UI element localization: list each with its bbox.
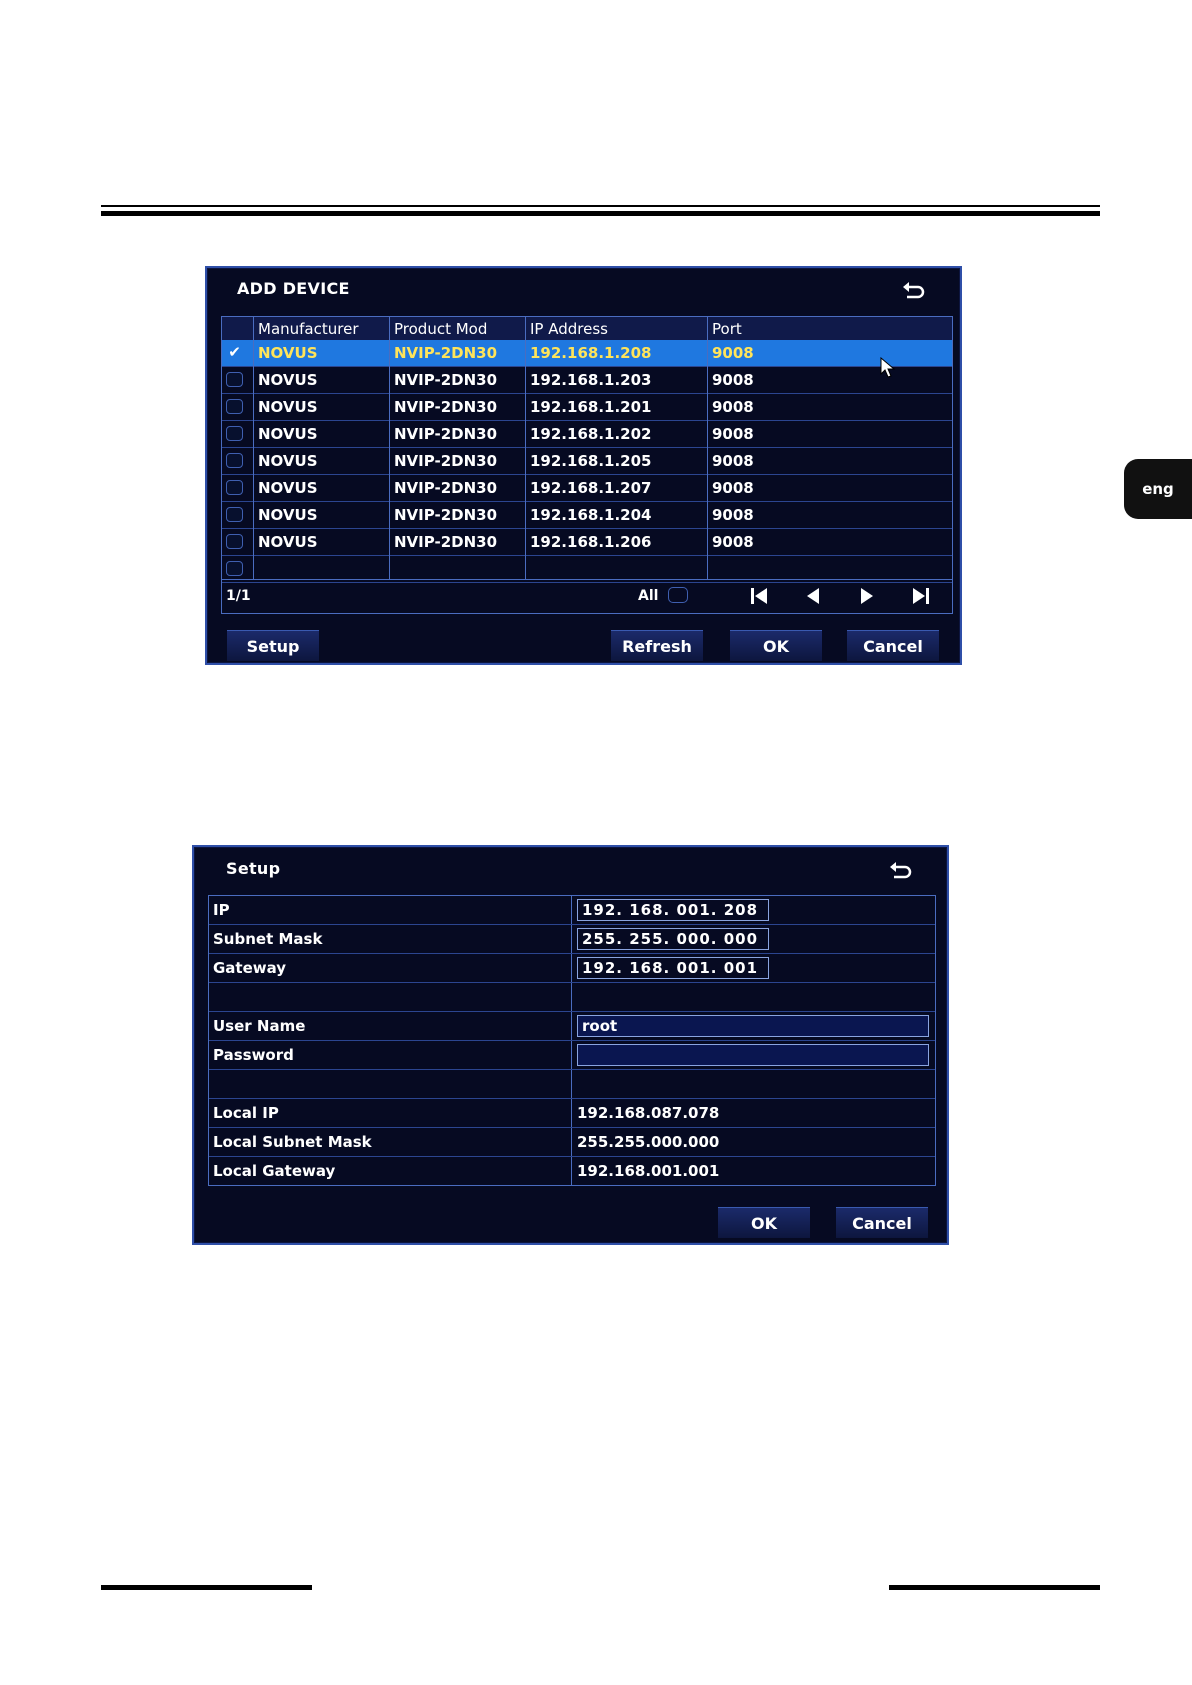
ok-button[interactable]: OK [730,630,822,661]
username-label: User Name [213,1017,306,1035]
ok-button[interactable]: OK [718,1207,810,1238]
form-row-spacer [209,1070,935,1099]
next-page-icon[interactable] [854,585,880,607]
local-ip-value: 192.168.087.078 [577,1104,720,1122]
table-header: Manufacturer Product Mod IP Address Port [222,317,952,341]
add-device-dialog: ADD DEVICE Manufacturer Product Mod IP A… [205,266,962,665]
column-divider [389,317,390,579]
table-row[interactable]: ✔ NOVUS NVIP-2DN30 192.168.1.208 9008 [222,340,952,367]
dialog-title: Setup [226,859,281,878]
form-row-subnet: Subnet Mask 255. 255. 000. 000 [209,925,935,954]
row-checkbox[interactable] [226,372,243,387]
table-row[interactable]: NOVUS NVIP-2DN30 192.168.1.205 9008 [222,448,952,475]
cancel-button[interactable]: Cancel [836,1207,928,1238]
header-rule-thick [101,211,1100,216]
form-row-spacer [209,983,935,1012]
column-divider [525,317,526,579]
local-ip-label: Local IP [213,1104,279,1122]
row-checkbox[interactable] [226,399,243,414]
table-row[interactable]: NOVUS NVIP-2DN30 192.168.1.204 9008 [222,502,952,529]
table-row[interactable]: NOVUS NVIP-2DN30 192.168.1.201 9008 [222,394,952,421]
row-checkbox[interactable] [226,453,243,468]
page-count: 1/1 [226,588,251,604]
subnet-mask-field[interactable]: 255. 255. 000. 000 [577,928,769,950]
back-icon[interactable] [888,859,914,881]
table-row[interactable]: NOVUS NVIP-2DN30 192.168.1.206 9008 [222,529,952,556]
form-row-local-subnet: Local Subnet Mask 255.255.000.000 [209,1128,935,1157]
table-row[interactable]: NOVUS NVIP-2DN30 192.168.1.207 9008 [222,475,952,502]
mouse-cursor-icon [880,357,896,378]
column-header-ip[interactable]: IP Address [526,317,708,340]
gateway-field[interactable]: 192. 168. 001. 001 [577,957,769,979]
row-checkbox[interactable] [226,561,243,576]
select-all-checkbox[interactable] [668,587,688,603]
first-page-icon[interactable] [746,585,772,607]
column-divider [253,317,254,579]
ip-field[interactable]: 192. 168. 001. 208 [577,899,769,921]
row-checkbox[interactable] [226,534,243,549]
form-row-local-ip: Local IP 192.168.087.078 [209,1099,935,1128]
ip-label: IP [213,901,230,919]
local-gateway-label: Local Gateway [213,1162,336,1180]
form-row-username: User Name root [209,1012,935,1041]
local-subnet-value: 255.255.000.000 [577,1133,720,1151]
setup-button[interactable]: Setup [227,630,319,661]
table-row[interactable]: NOVUS NVIP-2DN30 192.168.1.202 9008 [222,421,952,448]
column-header-port[interactable]: Port [708,317,952,340]
column-divider [707,317,708,579]
row-checkbox[interactable] [226,507,243,522]
cancel-button[interactable]: Cancel [847,630,939,661]
password-field[interactable] [577,1044,929,1066]
table-row[interactable]: NOVUS NVIP-2DN30 192.168.1.203 9008 [222,367,952,394]
row-checkbox[interactable] [226,480,243,495]
form-row-gateway: Gateway 192. 168. 001. 001 [209,954,935,983]
device-table: Manufacturer Product Mod IP Address Port… [221,316,953,614]
column-header-manufacturer[interactable]: Manufacturer [254,317,390,340]
last-page-icon[interactable] [908,585,934,607]
footer-rule-left [101,1585,312,1590]
header-rule-thin [101,205,1100,207]
subnet-mask-label: Subnet Mask [213,930,323,948]
language-tab: eng [1124,459,1192,519]
form-row-local-gateway: Local Gateway 192.168.001.001 [209,1157,935,1185]
setup-dialog: Setup IP 192. 168. 001. 208 Subnet Mask … [192,845,949,1245]
row-checkbox[interactable] [226,426,243,441]
form-row-ip: IP 192. 168. 001. 208 [209,896,935,925]
setup-form: IP 192. 168. 001. 208 Subnet Mask 255. 2… [208,895,936,1186]
username-field[interactable]: root [577,1015,929,1037]
back-icon[interactable] [901,279,927,301]
password-label: Password [213,1046,294,1064]
pagination-bar: 1/1 All [222,579,952,614]
prev-page-icon[interactable] [800,585,826,607]
gateway-label: Gateway [213,959,287,977]
refresh-button[interactable]: Refresh [611,630,703,661]
local-subnet-label: Local Subnet Mask [213,1133,372,1151]
footer-rule-right [889,1585,1100,1590]
local-gateway-value: 192.168.001.001 [577,1162,720,1180]
column-header-product[interactable]: Product Mod [390,317,526,340]
check-icon[interactable]: ✔ [226,345,243,360]
select-all-label: All [638,588,659,604]
dialog-title: ADD DEVICE [237,279,350,298]
form-row-password: Password [209,1041,935,1070]
